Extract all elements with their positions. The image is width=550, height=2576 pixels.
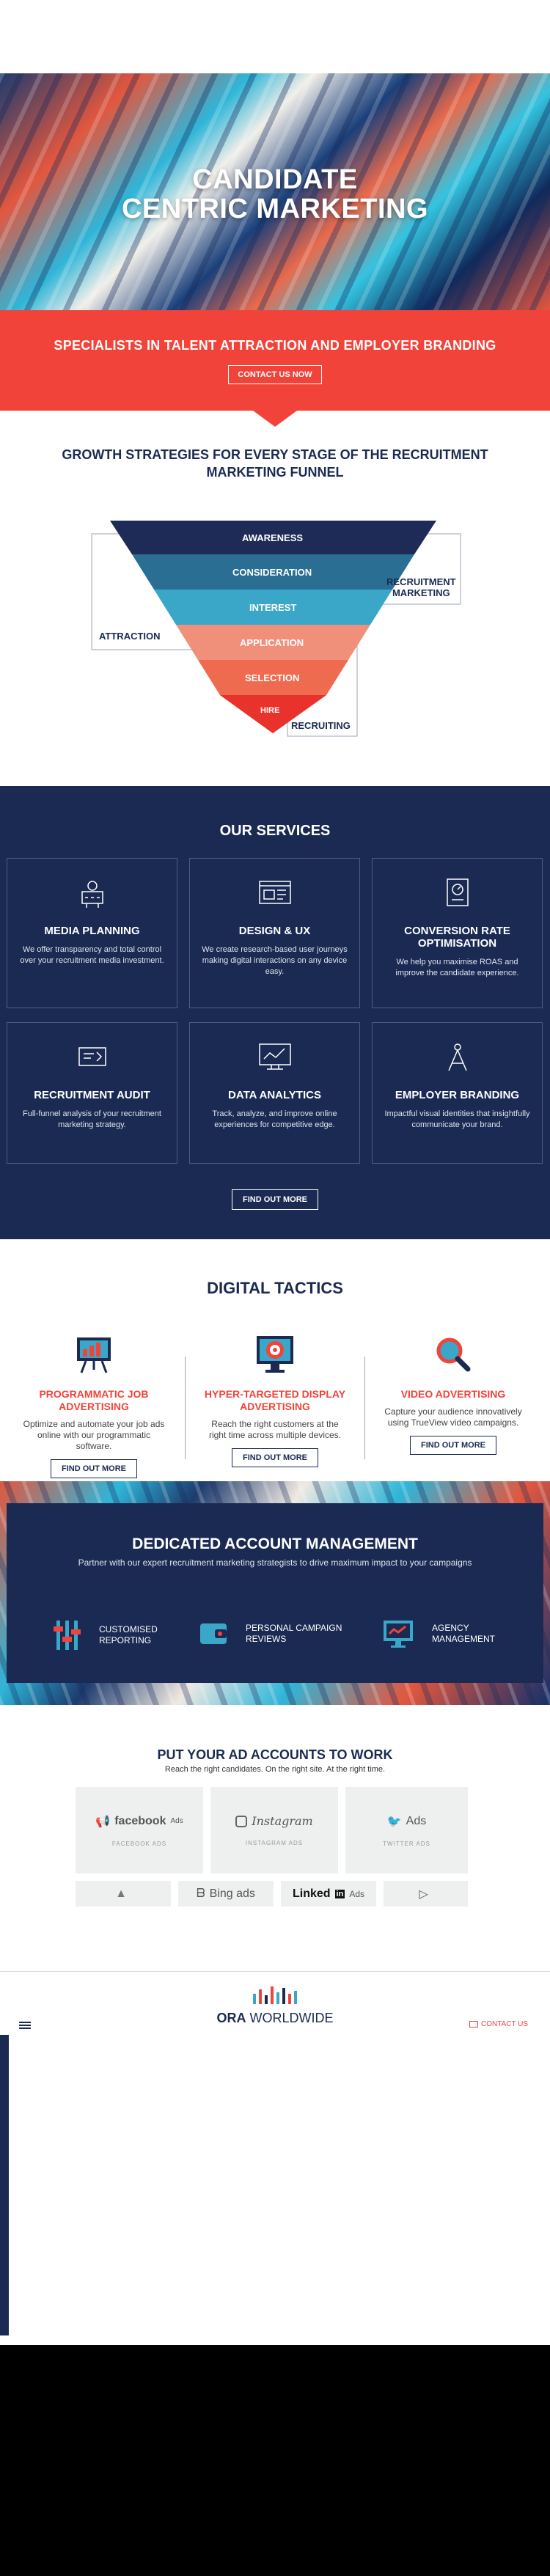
tactics-divider — [185, 1357, 186, 1459]
service-card-employer-branding[interactable]: EMPLOYER BRANDING Impactful visual ident… — [372, 1022, 543, 1164]
service-card-media-planning[interactable]: MEDIA PLANNING We offer transparency and… — [7, 858, 177, 1008]
target-monitor-icon — [257, 1336, 293, 1373]
service-card-recruitment-audit[interactable]: RECRUITMENT AUDIT Full-funnel analysis o… — [7, 1022, 177, 1164]
bing-icon: ᗷ — [197, 1887, 205, 1900]
services-find-out-more-button[interactable]: FIND OUT MORE — [232, 1189, 318, 1210]
stage-hire: HIRE — [260, 706, 280, 715]
easel-chart-icon — [77, 1337, 111, 1373]
google-ads-icon: ▲ — [115, 1887, 127, 1900]
tile-twitter-ads[interactable]: 🐦 Ads TWITTER ADS — [345, 1787, 468, 1874]
stage-selection: SELECTION — [245, 672, 300, 683]
funnel-section: GROWTH STRATEGIES FOR EVERY STAGE OF THE… — [0, 411, 550, 786]
label-recruiting: RECRUITING — [291, 720, 351, 731]
services-heading: OUR SERVICES — [219, 823, 331, 839]
service-title: DATA ANALYTICS — [228, 1089, 321, 1101]
menu-overlay-area — [0, 2044, 550, 2345]
tactics-divider — [364, 1357, 365, 1459]
service-title: RECRUITMENT AUDIT — [34, 1089, 150, 1101]
play-icon: ▷ — [419, 1887, 428, 1901]
ad-accounts-section: PUT YOUR AD ACCOUNTS TO WORK Reach the r… — [0, 1705, 550, 1907]
tactic-programmatic: PROGRAMMATIC JOB ADVERTISING Optimize an… — [21, 1335, 167, 1478]
account-heading: DEDICATED ACCOUNT MANAGEMENT — [132, 1535, 418, 1552]
magnifier-icon — [436, 1337, 471, 1372]
stage-application: APPLICATION — [240, 637, 304, 648]
feature-agency-management: AGENCY MANAGEMENT — [382, 1619, 495, 1648]
hamburger-menu-icon[interactable] — [19, 2022, 31, 2029]
tile-linkedin-ads[interactable]: Linked in Ads — [281, 1881, 376, 1907]
feature-reporting: CUSTOMISED REPORTING — [52, 1619, 158, 1651]
tactic-title: VIDEO ADVERTISING — [400, 1388, 506, 1400]
envelope-icon — [469, 2021, 478, 2028]
media-planning-icon — [81, 881, 103, 908]
service-title: CONVERSION RATE OPTIMISATION — [404, 925, 510, 950]
page-bottom-blank — [0, 2345, 550, 2576]
tactics-heading: DIGITAL TACTICS — [207, 1279, 343, 1297]
service-text: Full-funnel analysis of your recruitment… — [23, 1109, 161, 1129]
stage-interest: INTEREST — [249, 602, 297, 613]
sliders-icon — [54, 1621, 81, 1650]
account-management-section: DEDICATED ACCOUNT MANAGEMENT Partner wit… — [0, 1481, 550, 1705]
linkedin-in-icon: in — [334, 1889, 345, 1898]
service-title: MEDIA PLANNING — [44, 925, 140, 937]
equalizer-icon — [253, 1986, 297, 2004]
service-card-conversion-rate[interactable]: CONVERSION RATE OPTIMISATION We help you… — [372, 858, 543, 1008]
top-spacer — [0, 0, 550, 73]
side-menu-edge — [0, 2035, 9, 2335]
twitter-bird-icon: 🐦 — [386, 1815, 402, 1828]
programmatic-find-out-more-button[interactable]: FIND OUT MORE — [51, 1459, 137, 1478]
label-attraction: ATTRACTION — [99, 631, 161, 642]
services-section: OUR SERVICES MEDIA PLANNING We offer tra… — [0, 786, 550, 1239]
display-find-out-more-button[interactable]: FIND OUT MORE — [232, 1448, 318, 1467]
tile-bing-ads[interactable]: ᗷ Bing ads — [178, 1881, 274, 1907]
service-text: We create research-based user journeys m… — [202, 945, 348, 976]
service-text: We help you maximise ROAS and improve th… — [395, 958, 519, 977]
digital-tactics-section: DIGITAL TACTICS PROGRAMMATIC JOB ADVERTI… — [0, 1239, 550, 1481]
tactic-display: HYPER-TARGETED DISPLAY ADVERTISING Reach… — [202, 1335, 348, 1467]
stage-consideration: CONSIDERATION — [232, 567, 312, 578]
specialists-banner: SPECIALISTS IN TALENT ATTRACTION AND EMP… — [0, 310, 550, 427]
service-card-design-ux[interactable]: DESIGN & UX We create research-based use… — [189, 858, 360, 1008]
analytics-icon — [258, 1043, 291, 1070]
label-recruitment-marketing: RECRUITMENT MARKETING — [386, 576, 456, 598]
feature-campaign-reviews: PERSONAL CAMPAIGN REVIEWS — [199, 1619, 342, 1648]
hero-banner: CANDIDATE CENTRIC MARKETING — [0, 73, 550, 310]
instagram-icon — [235, 1815, 248, 1827]
banner-headline: SPECIALISTS IN TALENT ATTRACTION AND EMP… — [54, 338, 496, 353]
hero-title: CANDIDATE CENTRIC MARKETING — [121, 164, 429, 224]
account-management-panel: DEDICATED ACCOUNT MANAGEMENT Partner wit… — [7, 1503, 543, 1683]
tactic-text: Reach the right customers at the right t… — [208, 1419, 342, 1440]
service-title: DESIGN & UX — [238, 925, 311, 937]
contact-us-link[interactable]: CONTACT US — [469, 2020, 528, 2028]
service-text: Track, analyze, and improve online exper… — [212, 1109, 337, 1129]
megaphone-icon: 📢 — [95, 1815, 111, 1828]
contact-us-now-button[interactable]: CONTACT US NOW — [228, 365, 322, 384]
tile-google-ads[interactable]: ▲ — [76, 1881, 171, 1907]
wallet-icon — [200, 1623, 227, 1644]
tile-youtube-ads[interactable]: ▷ — [384, 1881, 468, 1907]
tactic-title: PROGRAMMATIC JOB ADVERTISING — [39, 1388, 149, 1412]
account-subheading: Partner with our expert recruitment mark… — [78, 1557, 472, 1568]
conversion-icon — [446, 878, 469, 906]
stage-awareness: AWARENESS — [242, 532, 304, 543]
video-find-out-more-button[interactable]: FIND OUT MORE — [410, 1436, 496, 1455]
tactic-video: VIDEO ADVERTISING Capture your audience … — [380, 1335, 527, 1455]
tile-instagram-ads[interactable]: Instagram INSTAGRAM ADS — [210, 1787, 338, 1874]
ads-heading: PUT YOUR AD ACCOUNTS TO WORK — [157, 1747, 393, 1762]
service-text: We offer transparency and total control … — [20, 945, 164, 965]
tactic-text: Capture your audience innovatively using… — [384, 1406, 522, 1428]
service-card-data-analytics[interactable]: DATA ANALYTICS Track, analyze, and impro… — [189, 1022, 360, 1164]
ads-subheading: Reach the right candidates. On the right… — [164, 1765, 386, 1774]
service-title: EMPLOYER BRANDING — [395, 1089, 520, 1101]
brand-logo[interactable]: ORA WORLDWIDE — [208, 1986, 342, 2030]
funnel-diagram — [91, 521, 461, 737]
design-ux-icon — [258, 881, 291, 904]
tile-facebook-ads[interactable]: 📢 facebook Ads FACEBOOK ADS — [76, 1787, 203, 1874]
audit-icon — [78, 1047, 106, 1066]
service-text: Impactful visual identities that insight… — [384, 1109, 530, 1129]
tactic-title: HYPER-TARGETED DISPLAY ADVERTISING — [204, 1388, 346, 1412]
site-header: ORA WORLDWIDE CONTACT US — [0, 1971, 550, 2044]
branding-icon — [447, 1043, 467, 1071]
tactic-text: Optimize and automate your job ads onlin… — [23, 1419, 165, 1451]
monitor-icon — [384, 1621, 413, 1648]
